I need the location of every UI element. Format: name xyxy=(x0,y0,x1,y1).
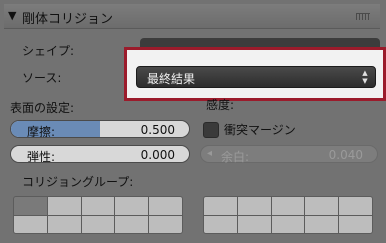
collision-group-cell[interactable] xyxy=(237,197,271,215)
bounciness-label: 弾性: xyxy=(27,150,56,163)
sensitivity-label: 感度: xyxy=(206,98,235,112)
margin-label: 余白: xyxy=(221,150,250,164)
friction-fill xyxy=(11,121,100,137)
bounciness-value: 0.000 xyxy=(140,148,175,162)
collision-group-cell[interactable] xyxy=(149,197,182,215)
collision-group-cell[interactable] xyxy=(339,215,372,233)
collision-group-cell[interactable] xyxy=(305,197,339,215)
source-label: ソース: xyxy=(22,71,62,85)
collision-group-cell[interactable] xyxy=(237,215,271,233)
rigid-body-collision-panel: ▼ 剛体コリジョン シェイプ: ソース: 最終結果 ▲ ▼ 表面の設定: 感度: … xyxy=(0,0,386,243)
collapse-triangle-icon[interactable]: ▼ xyxy=(8,9,16,22)
decrement-arrow-icon[interactable]: ◂ xyxy=(207,148,212,159)
collision-group-grid-left xyxy=(13,196,183,234)
collision-group-cell[interactable] xyxy=(81,215,115,233)
bounciness-slider[interactable]: 弾性: 0.000 xyxy=(10,145,190,163)
friction-label: 摩擦: xyxy=(27,125,56,138)
collision-margin-label: 衝突マージン xyxy=(224,123,296,137)
drag-grip-icon[interactable] xyxy=(356,13,370,20)
collision-group-cell[interactable] xyxy=(115,197,149,215)
surface-settings-label: 表面の設定: xyxy=(10,101,75,115)
updown-arrows-icon: ▲ ▼ xyxy=(362,69,368,85)
collision-group-cell[interactable] xyxy=(339,197,372,215)
collision-group-cell[interactable] xyxy=(14,215,47,233)
collision-group-cell[interactable] xyxy=(204,215,237,233)
collision-groups-label: コリジョングループ: xyxy=(22,175,134,189)
friction-slider[interactable]: 摩擦: 0.500 xyxy=(10,120,190,138)
source-dropdown[interactable]: 最終結果 ▲ ▼ xyxy=(136,66,376,88)
collision-margin-checkbox[interactable] xyxy=(203,122,219,138)
collision-group-cell[interactable] xyxy=(115,215,149,233)
collision-group-cell[interactable] xyxy=(305,215,339,233)
friction-value: 0.500 xyxy=(140,123,175,137)
collision-group-cell[interactable] xyxy=(14,197,47,215)
source-value: 最終結果 xyxy=(147,72,196,86)
margin-value: 0.040 xyxy=(328,148,363,162)
panel-title: 剛体コリジョン xyxy=(22,12,114,27)
panel-header[interactable]: ▼ 剛体コリジョン xyxy=(4,4,380,29)
collision-group-cell[interactable] xyxy=(47,197,81,215)
collision-group-cell[interactable] xyxy=(81,197,115,215)
shape-label: シェイプ: xyxy=(22,44,75,58)
collision-group-cell[interactable] xyxy=(204,197,237,215)
collision-group-cell[interactable] xyxy=(47,215,81,233)
collision-group-cell[interactable] xyxy=(271,197,305,215)
collision-group-cell[interactable] xyxy=(271,215,305,233)
margin-field[interactable]: ◂ 余白: 0.040 xyxy=(200,145,378,164)
collision-group-cell[interactable] xyxy=(149,215,182,233)
collision-group-grid-right xyxy=(203,196,373,234)
